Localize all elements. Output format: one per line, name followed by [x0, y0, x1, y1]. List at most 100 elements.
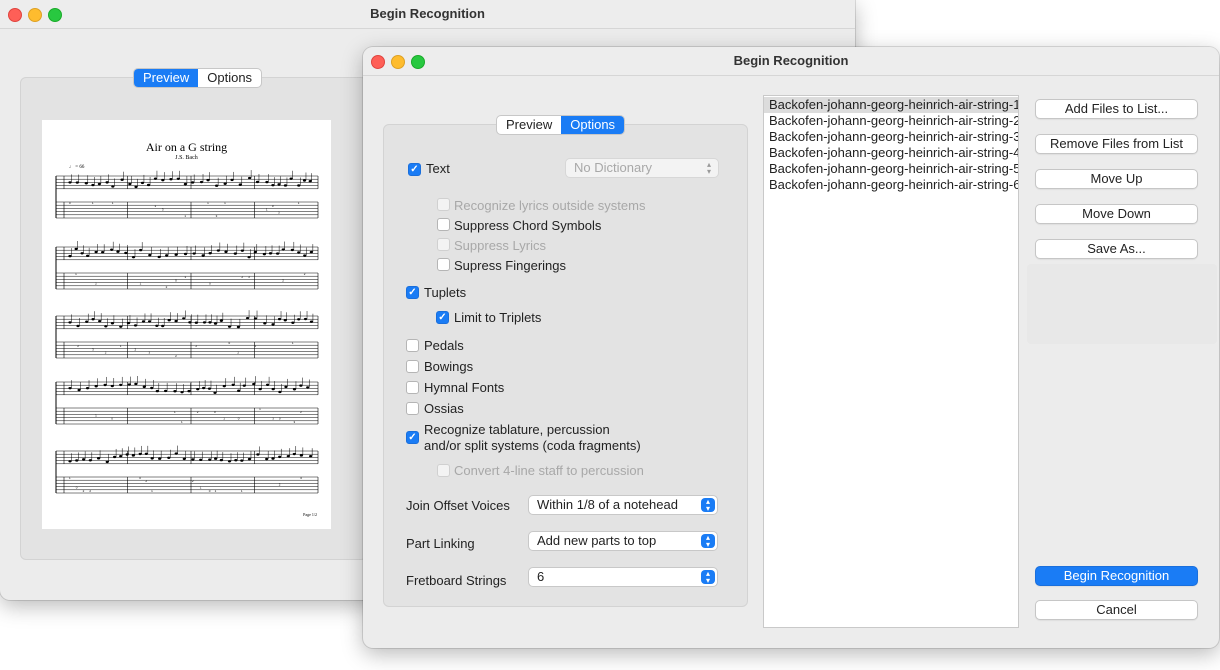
- note-head: [201, 254, 205, 257]
- remove-files-button[interactable]: Remove Files from List: [1035, 134, 1198, 154]
- tab-preview[interactable]: Preview: [497, 116, 561, 134]
- note-head: [174, 253, 178, 256]
- tab-number: 1: [151, 489, 153, 493]
- file-list-item[interactable]: Backofen-johann-georg-heinrich-air-strin…: [764, 145, 1018, 161]
- front-titlebar: Begin Recognition: [363, 47, 1219, 76]
- recognize-lyrics-checkbox: [437, 198, 450, 211]
- tab-number: 0: [209, 282, 211, 286]
- note-head: [146, 183, 151, 187]
- move-down-button[interactable]: Move Down: [1035, 204, 1198, 224]
- tablature-checkbox[interactable]: ✓: [406, 431, 419, 444]
- file-list-item[interactable]: Backofen-johann-georg-heinrich-air-strin…: [764, 97, 1018, 113]
- note-head: [213, 391, 217, 395]
- back-window-title: Begin Recognition: [370, 6, 485, 21]
- dictionary-popup: No Dictionary ▴ ▾: [565, 158, 719, 178]
- cancel-button[interactable]: Cancel: [1035, 600, 1198, 620]
- note-head: [255, 180, 260, 184]
- pedals-checkbox[interactable]: [406, 339, 419, 352]
- note-head: [240, 249, 244, 252]
- file-list[interactable]: Backofen-johann-georg-heinrich-air-strin…: [763, 95, 1019, 628]
- limit-triplets-checkbox[interactable]: ✓: [436, 311, 449, 324]
- note-head: [191, 181, 195, 184]
- tab-number: 2: [175, 354, 177, 358]
- tab-number: 3: [248, 275, 250, 279]
- bowings-checkbox[interactable]: [406, 360, 419, 373]
- note-head: [174, 452, 178, 455]
- back-tab-bar: Preview Options: [133, 68, 263, 88]
- fretboard-popup[interactable]: 6 ▴ ▾: [528, 567, 718, 587]
- note-head: [281, 248, 285, 251]
- note-head: [128, 182, 132, 186]
- note-head: [309, 455, 313, 458]
- file-list-item[interactable]: Backofen-johann-georg-heinrich-air-strin…: [764, 129, 1018, 145]
- tab-number: 0: [209, 489, 211, 493]
- note-head: [183, 182, 188, 186]
- note-head: [222, 384, 226, 388]
- note-head: [94, 250, 98, 254]
- tab-options[interactable]: Options: [561, 116, 625, 134]
- part-linking-popup[interactable]: Add new parts to top ▴ ▾: [528, 531, 718, 551]
- tab-number: 2: [95, 282, 97, 286]
- note-head: [110, 322, 115, 325]
- note-head: [219, 319, 223, 322]
- front-window: Begin Recognition Preview Options ✓ Text…: [363, 47, 1219, 648]
- tab-preview[interactable]: Preview: [134, 69, 199, 87]
- note-head: [291, 321, 295, 324]
- note-head: [213, 322, 218, 325]
- ossias-checkbox[interactable]: [406, 402, 419, 415]
- note-head: [202, 386, 206, 390]
- save-as-button[interactable]: Save As...: [1035, 239, 1198, 259]
- text-label: Text: [426, 161, 450, 176]
- tab-number: 3: [272, 417, 274, 421]
- note-head: [271, 457, 275, 460]
- note-head: [214, 457, 218, 460]
- note-head: [153, 177, 158, 180]
- note-head: [68, 321, 72, 324]
- note-head: [231, 383, 235, 387]
- tab-number: 2: [282, 278, 284, 282]
- note-head: [223, 182, 227, 185]
- note-head: [309, 320, 314, 323]
- file-list-item[interactable]: Backofen-johann-georg-heinrich-air-strin…: [764, 161, 1018, 177]
- join-offset-value: Within 1/8 of a notehead: [537, 497, 678, 512]
- join-offset-popup[interactable]: Within 1/8 of a notehead ▴ ▾: [528, 495, 718, 515]
- tab-number: 3: [300, 410, 302, 414]
- note-head: [258, 387, 262, 391]
- tab-number: 0: [238, 417, 240, 421]
- note-head: [230, 178, 234, 182]
- note-head: [169, 178, 173, 181]
- chevron-updown-icon: ▴ ▾: [701, 498, 715, 513]
- note-head: [208, 321, 212, 324]
- tab-options[interactable]: Options: [198, 69, 261, 87]
- tab-number: 0: [76, 486, 78, 490]
- note-head: [253, 317, 258, 320]
- fretboard-value: 6: [537, 569, 545, 584]
- recognize-lyrics-label: Recognize lyrics outside systems: [454, 198, 646, 213]
- tab-number: 0: [279, 417, 281, 421]
- file-list-item[interactable]: Backofen-johann-georg-heinrich-air-strin…: [764, 177, 1018, 193]
- note-head: [297, 184, 301, 187]
- note-head: [289, 177, 293, 180]
- note-head: [286, 454, 290, 458]
- note-head: [133, 324, 138, 327]
- add-files-button[interactable]: Add Files to List...: [1035, 99, 1198, 119]
- file-list-item[interactable]: Backofen-johann-georg-heinrich-air-strin…: [764, 113, 1018, 129]
- supress-fingerings-checkbox[interactable]: [437, 258, 450, 271]
- suppress-chord-checkbox[interactable]: [437, 218, 450, 231]
- note-head: [105, 460, 109, 464]
- hymnal-fonts-checkbox[interactable]: [406, 381, 419, 394]
- text-checkbox[interactable]: ✓: [408, 163, 421, 176]
- note-head: [124, 251, 128, 255]
- note-head: [105, 181, 109, 184]
- move-up-button[interactable]: Move Up: [1035, 169, 1198, 189]
- note-head: [74, 247, 78, 251]
- begin-recognition-button[interactable]: Begin Recognition: [1035, 566, 1198, 586]
- tab-number: 1: [69, 476, 71, 480]
- note-head: [125, 453, 129, 456]
- tuplets-checkbox[interactable]: ✓: [406, 286, 419, 299]
- note-head: [290, 248, 294, 252]
- tab-number: 3: [185, 275, 187, 279]
- note-head: [303, 317, 308, 321]
- note-head: [299, 384, 303, 387]
- suppress-chord-label: Suppress Chord Symbols: [454, 218, 602, 233]
